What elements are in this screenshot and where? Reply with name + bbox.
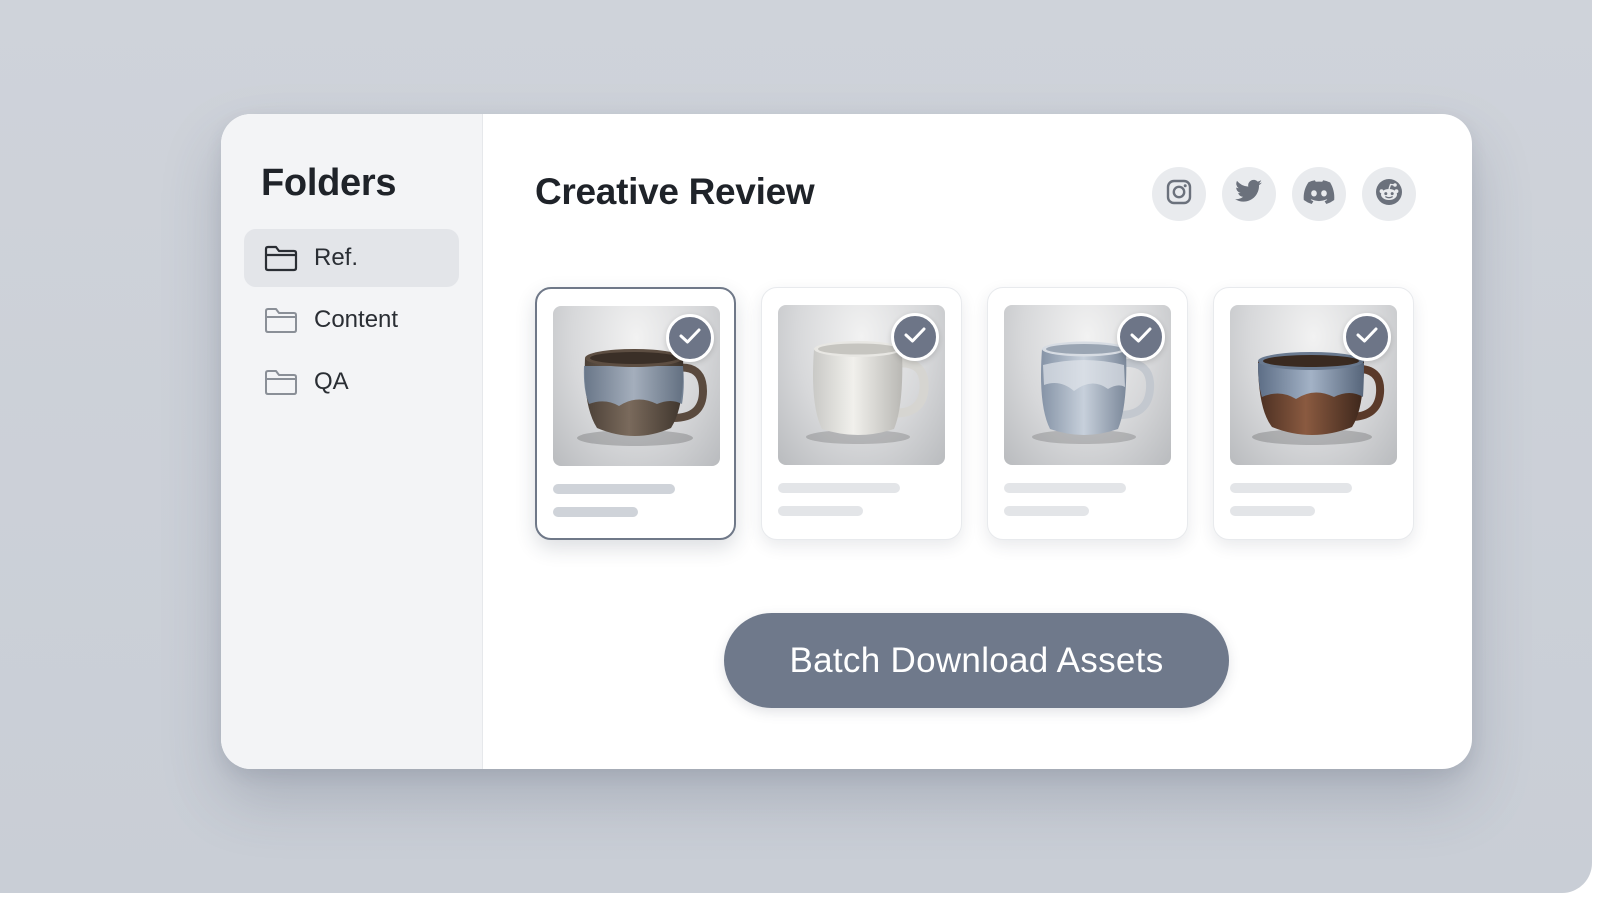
asset-card[interactable] xyxy=(761,287,962,540)
asset-card-grid xyxy=(535,287,1414,540)
folder-icon xyxy=(264,306,298,334)
sidebar-item-label: QA xyxy=(314,368,349,395)
sidebar-item-label: Ref. xyxy=(314,244,359,271)
discord-button[interactable] xyxy=(1292,167,1346,221)
sidebar-item-qa[interactable]: QA xyxy=(244,353,459,411)
reddit-icon xyxy=(1374,177,1404,212)
twitter-button[interactable] xyxy=(1222,167,1276,221)
selected-check-badge[interactable] xyxy=(666,314,714,362)
social-links xyxy=(1152,167,1416,221)
page-title: Creative Review xyxy=(535,171,815,212)
twitter-icon xyxy=(1234,179,1264,210)
checkmark-icon xyxy=(1355,325,1379,350)
title-placeholder-line xyxy=(778,483,900,493)
subtitle-placeholder-line xyxy=(778,506,863,516)
selected-check-badge[interactable] xyxy=(891,313,939,361)
selected-check-badge[interactable] xyxy=(1343,313,1391,361)
reddit-button[interactable] xyxy=(1362,167,1416,221)
sidebar-item-label: Content xyxy=(314,306,399,333)
asset-card[interactable] xyxy=(535,287,736,540)
folders-sidebar: Folders Ref. Content QA xyxy=(221,114,483,769)
batch-download-button[interactable]: Batch Download Assets xyxy=(724,613,1229,708)
title-placeholder-line xyxy=(553,484,675,494)
subtitle-placeholder-line xyxy=(553,507,638,517)
asset-card[interactable] xyxy=(987,287,1188,540)
checkmark-icon xyxy=(1129,325,1153,350)
instagram-button[interactable] xyxy=(1152,167,1206,221)
selected-check-badge[interactable] xyxy=(1117,313,1165,361)
asset-thumbnail xyxy=(553,306,720,466)
asset-card[interactable] xyxy=(1213,287,1414,540)
instagram-icon xyxy=(1165,178,1193,211)
folder-list: Ref. Content QA xyxy=(221,229,482,411)
folder-icon xyxy=(264,244,298,272)
checkmark-icon xyxy=(903,325,927,350)
app-window: Folders Ref. Content QA Creative Review … xyxy=(221,114,1472,769)
subtitle-placeholder-line xyxy=(1004,506,1089,516)
folder-icon xyxy=(264,368,298,396)
subtitle-placeholder-line xyxy=(1230,506,1315,516)
asset-thumbnail xyxy=(1004,305,1171,465)
sidebar-title: Folders xyxy=(261,162,397,204)
title-placeholder-line xyxy=(1004,483,1126,493)
asset-thumbnail xyxy=(1230,305,1397,465)
discord-icon xyxy=(1303,179,1335,209)
main-panel: Creative Review Batch Download Assets xyxy=(483,114,1472,769)
sidebar-item-content[interactable]: Content xyxy=(244,291,459,349)
asset-thumbnail xyxy=(778,305,945,465)
sidebar-item-ref[interactable]: Ref. xyxy=(244,229,459,287)
checkmark-icon xyxy=(678,326,702,351)
title-placeholder-line xyxy=(1230,483,1352,493)
